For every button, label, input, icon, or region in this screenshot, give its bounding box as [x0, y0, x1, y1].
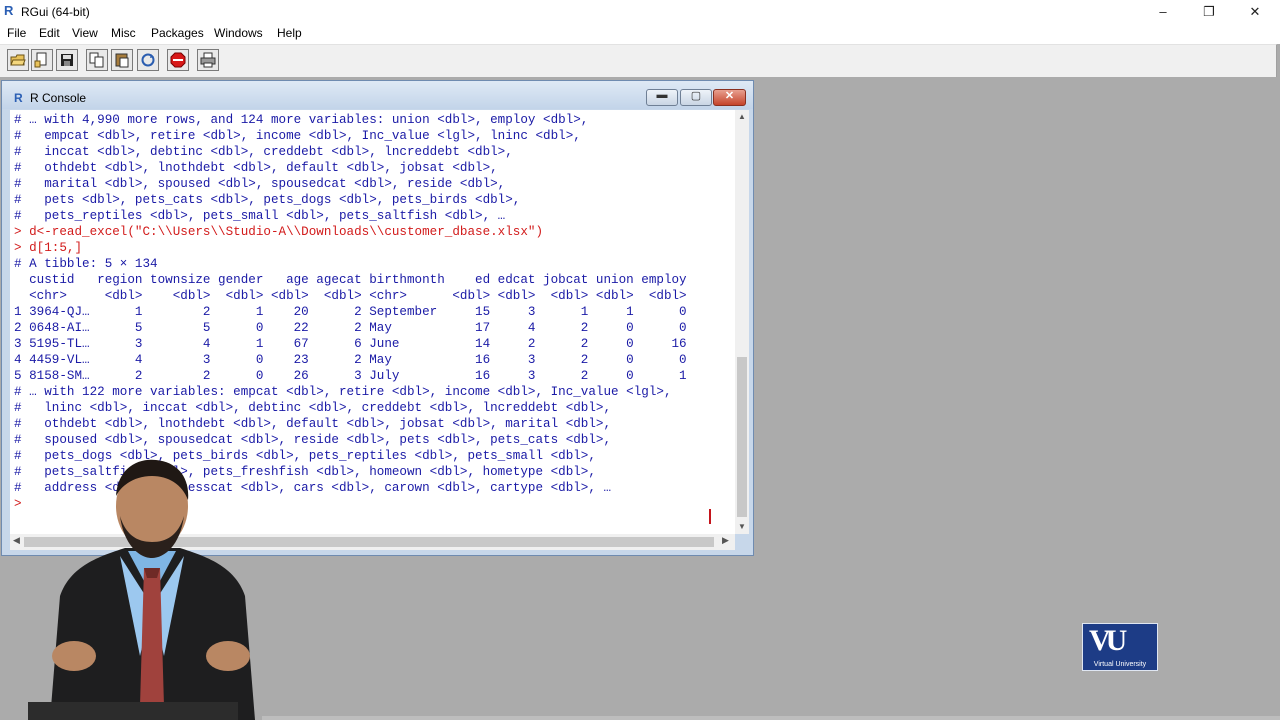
console-title: R Console	[30, 91, 87, 105]
r-logo-icon: R	[4, 3, 14, 18]
console-command-line: >	[14, 497, 22, 511]
minimize-icon: ▬	[656, 89, 668, 101]
vu-logo-caption: Virtual University	[1093, 661, 1147, 668]
menu-bar: File Edit View Misc Packages Windows Hel…	[0, 24, 1280, 44]
console-output-line: # A tibble: 5 × 134	[14, 257, 158, 271]
restore-button[interactable]: ❐	[1186, 0, 1232, 24]
paste-icon	[115, 53, 129, 68]
console-output-line: # othdebt <dbl>, lnothdebt <dbl>, defaul…	[14, 417, 612, 431]
console-output-line: <chr> <dbl> <dbl> <dbl> <dbl> <dbl> <chr…	[14, 289, 687, 303]
console-output-line: # pets <dbl>, pets_cats <dbl>, pets_dogs…	[14, 193, 521, 207]
menu-windows[interactable]: Windows	[214, 26, 263, 40]
console-title-bar[interactable]: R R Console ▬ ▢ ✕	[2, 81, 753, 109]
close-button[interactable]: ✕	[1232, 0, 1278, 24]
scroll-right-icon[interactable]: ▶	[722, 535, 729, 546]
menu-file[interactable]: File	[7, 26, 26, 40]
menu-misc[interactable]: Misc	[111, 26, 136, 40]
app-title-bar: R RGui (64-bit) – ❐ ✕	[0, 0, 1280, 24]
vertical-scrollbar[interactable]: ▲ ▼	[735, 110, 749, 534]
copy-icon	[89, 52, 104, 68]
console-output-line: # othdebt <dbl>, lnothdebt <dbl>, defaul…	[14, 161, 498, 175]
minimize-button[interactable]: –	[1140, 0, 1186, 24]
print-icon	[200, 52, 216, 68]
console-output-line: custid region townsize gender age agecat…	[14, 273, 687, 287]
console-output-line: # spoused <dbl>, spousedcat <dbl>, resid…	[14, 433, 612, 447]
console-output-line: 1 3964-QJ… 1 2 1 20 2 September 15 3 1 1…	[14, 305, 687, 319]
print-button[interactable]	[197, 49, 219, 71]
console-output-line: 5 8158-SM… 2 2 0 26 3 July 16 3 2 0 1	[14, 369, 687, 383]
console-output-line: # pets_reptiles <dbl>, pets_small <dbl>,…	[14, 209, 506, 223]
console-output-line: 3 5195-TL… 3 4 1 67 6 June 14 2 2 0 16	[14, 337, 687, 351]
open-script-button[interactable]	[7, 49, 29, 71]
console-maximize-button[interactable]: ▢	[680, 89, 712, 106]
maximize-icon: ▢	[690, 90, 702, 102]
scroll-left-icon[interactable]: ◀	[13, 535, 20, 546]
stop-icon	[170, 52, 186, 68]
menu-edit[interactable]: Edit	[39, 26, 60, 40]
console-output-line: # empcat <dbl>, retire <dbl>, income <db…	[14, 129, 581, 143]
copy-button[interactable]	[86, 49, 108, 71]
load-workspace-button[interactable]	[31, 49, 53, 71]
menu-packages[interactable]: Packages	[151, 26, 204, 40]
text-cursor	[709, 509, 711, 524]
close-icon: ✕	[724, 90, 735, 102]
console-command-line: > d<-read_excel("C:\\Users\\Studio-A\\Do…	[14, 225, 544, 239]
vu-logo-mark: VU	[1089, 624, 1127, 657]
presenter-desk	[28, 702, 238, 720]
console-output-line: # … with 122 more variables: empcat <dbl…	[14, 385, 672, 399]
console-minimize-button[interactable]: ▬	[646, 89, 678, 106]
presenter-video-overlay	[50, 459, 255, 720]
r-console-icon: R	[14, 91, 23, 105]
bottom-stripe	[262, 716, 1280, 720]
console-output-line: 2 0648-AI… 5 5 0 22 2 May 17 4 2 0 0	[14, 321, 687, 335]
console-output-line: # inccat <dbl>, debtinc <dbl>, creddebt …	[14, 145, 513, 159]
save-workspace-button[interactable]	[56, 49, 78, 71]
console-output-line: # lninc <dbl>, inccat <dbl>, debtinc <db…	[14, 401, 612, 415]
scroll-down-icon[interactable]: ▼	[735, 522, 749, 531]
vertical-scroll-thumb[interactable]	[737, 357, 747, 517]
toolbar	[0, 44, 1277, 78]
app-title: RGui (64-bit)	[21, 5, 90, 19]
console-output-line: # marital <dbl>, spoused <dbl>, spousedc…	[14, 177, 506, 191]
copy-paste-button[interactable]	[137, 49, 159, 71]
console-command-line: > d[1:5,]	[14, 241, 83, 255]
menu-view[interactable]: View	[72, 26, 98, 40]
paste-button[interactable]	[111, 49, 133, 71]
stop-button[interactable]	[167, 49, 189, 71]
virtual-university-logo: VU Virtual University	[1082, 623, 1158, 671]
save-workspace-icon	[61, 54, 73, 66]
load-workspace-icon	[34, 52, 47, 68]
console-close-button[interactable]: ✕	[713, 89, 746, 106]
console-output-line: 4 4459-VL… 4 3 0 23 2 May 16 3 2 0 0	[14, 353, 687, 367]
scroll-up-icon[interactable]: ▲	[735, 112, 749, 121]
open-script-icon	[10, 54, 26, 66]
menu-help[interactable]: Help	[277, 26, 302, 40]
copy-paste-icon	[141, 53, 155, 67]
console-output-line: # … with 4,990 more rows, and 124 more v…	[14, 113, 589, 127]
